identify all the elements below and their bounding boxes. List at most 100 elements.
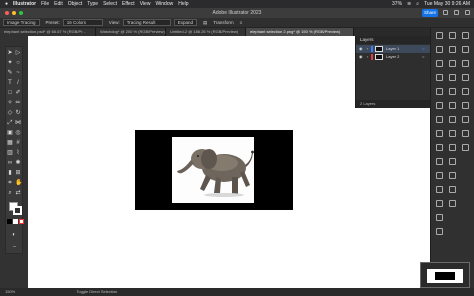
document-info-icon[interactable] [461, 74, 469, 81]
column-graph-tool-icon[interactable]: ▮ [7, 170, 13, 176]
menu-select[interactable]: Select [103, 0, 117, 8]
image-trace-icon[interactable] [435, 214, 443, 221]
info-icon[interactable] [448, 172, 456, 179]
links-icon[interactable] [448, 144, 456, 151]
tab-document-1[interactable]: elephant selection.psd* @ 66.67 % (RGB/P… [0, 28, 96, 36]
visibility-eye-icon[interactable]: ◉ [359, 45, 363, 53]
color-icon[interactable] [435, 186, 443, 193]
pencil-tool-icon[interactable]: ✏ [15, 100, 21, 106]
pen-tool-icon[interactable]: ✎ [7, 70, 13, 76]
transparency-icon[interactable] [435, 144, 443, 151]
gradient-tool-icon[interactable]: ▥ [7, 150, 13, 156]
learn-icon[interactable] [461, 46, 469, 53]
line-tool-icon[interactable]: / [15, 80, 21, 86]
expand-layer-icon[interactable]: › [367, 53, 368, 61]
mesh-tool-icon[interactable]: # [15, 140, 21, 146]
menu-app[interactable]: Illustrator [13, 0, 36, 8]
transform-button[interactable]: Transform [213, 20, 233, 25]
type-tool-icon[interactable]: T [7, 80, 13, 86]
align-panel-icon[interactable] [448, 32, 456, 39]
zoom-tool-icon[interactable]: ⌕ [7, 190, 13, 196]
menu-file[interactable]: File [41, 0, 49, 8]
preset-dropdown[interactable]: 16 Colors [62, 19, 103, 26]
more-options-icon[interactable]: ≡ [240, 20, 243, 25]
layers-panel-title[interactable]: Layers [356, 36, 430, 44]
tab-document-3[interactable]: Untitled-2 @ 186.26 % (RGB/Preview) [166, 28, 246, 36]
graphic-styles-icon[interactable] [435, 116, 443, 123]
expand-layer-icon[interactable]: › [367, 45, 368, 53]
eyedropper-tool-icon[interactable]: ⌇ [15, 150, 21, 156]
selection-tool-icon[interactable]: ➤ [7, 50, 13, 56]
libraries-icon[interactable] [435, 60, 443, 67]
target-icon[interactable]: ○ [422, 45, 424, 53]
symbols-icon[interactable] [435, 102, 443, 109]
symbol-sprayer-tool-icon[interactable]: ✺ [15, 160, 21, 166]
flattener-preview-icon[interactable] [461, 88, 469, 95]
paragraph-icon[interactable] [448, 74, 456, 81]
wifi-icon[interactable]: ≋ [407, 0, 411, 8]
transform-panel-icon[interactable] [448, 46, 456, 53]
workspace-icon[interactable] [465, 10, 470, 15]
menu-object[interactable]: Object [68, 0, 82, 8]
slice-tool-icon[interactable]: ⌗ [7, 180, 13, 186]
swatches-icon[interactable] [435, 74, 443, 81]
rotate-tool-icon[interactable]: ↻ [15, 110, 21, 116]
share-button[interactable]: Share [422, 9, 438, 17]
free-transform-tool-icon[interactable]: ▣ [7, 130, 13, 136]
menu-window[interactable]: Window [155, 0, 173, 8]
scale-tool-icon[interactable]: ⤢ [7, 120, 13, 126]
target-icon[interactable]: ○ [422, 53, 424, 61]
tab-document-2[interactable]: Watchdog* @ 200 % (RGB/Preview) [96, 28, 166, 36]
align-icon[interactable]: ▤ [203, 20, 207, 26]
layers-icon[interactable] [435, 46, 443, 53]
rectangle-tool-icon[interactable]: □ [7, 90, 13, 96]
stroke-swatch[interactable] [13, 206, 22, 215]
perspective-grid-tool-icon[interactable]: ▦ [7, 140, 13, 146]
layer-row-2[interactable]: ◉ › Layer 2 ○ [356, 53, 431, 61]
view-dropdown[interactable]: Tracing Result [122, 19, 171, 26]
stroke-icon[interactable] [435, 158, 443, 165]
artboard-tool-icon[interactable]: ⊞ [15, 170, 21, 176]
elephant-image[interactable] [172, 137, 254, 203]
shape-builder-tool-icon[interactable]: ◎ [15, 130, 21, 136]
menu-view[interactable]: View [140, 0, 151, 8]
menu-type[interactable]: Type [87, 0, 98, 8]
opentype-icon[interactable] [448, 88, 456, 95]
navigator-icon[interactable] [448, 186, 456, 193]
visibility-eye-icon[interactable]: ◉ [359, 53, 363, 61]
graphic-styles-libraries-icon[interactable] [461, 102, 469, 109]
color-guide-icon[interactable] [435, 200, 443, 207]
color-mode-icon[interactable] [7, 219, 12, 224]
brushes-icon[interactable] [435, 88, 443, 95]
layer-name[interactable]: Layer 2 [386, 53, 399, 61]
appearance-icon[interactable] [435, 130, 443, 137]
tab-document-4[interactable]: elephant selection 2.png* @ 150 % (RGB/P… [246, 28, 354, 36]
pathfinder-icon[interactable] [435, 228, 443, 235]
curvature-tool-icon[interactable]: ~ [15, 70, 21, 76]
magic-wand-panel-icon[interactable] [461, 116, 469, 123]
none-mode-icon[interactable] [19, 219, 24, 224]
magic-wand-tool-icon[interactable]: ✦ [7, 60, 13, 66]
character-icon[interactable] [448, 60, 456, 67]
comments-icon[interactable] [461, 32, 469, 39]
search-icon[interactable]: ⌕ [416, 0, 419, 8]
lasso-tool-icon[interactable]: ○ [15, 60, 21, 66]
apple-icon[interactable]: ● [5, 0, 8, 8]
svg-interactivity-icon[interactable] [461, 144, 469, 151]
menu-edit[interactable]: Edit [54, 0, 63, 8]
actions-icon[interactable] [448, 158, 456, 165]
swap-colors-icon[interactable]: ⇄ [15, 190, 21, 196]
width-tool-icon[interactable]: ⋈ [15, 120, 21, 126]
paintbrush-tool-icon[interactable]: ✐ [15, 90, 21, 96]
blend-tool-icon[interactable]: ∞ [7, 160, 13, 166]
navigator-thumbnail[interactable] [427, 269, 463, 283]
artboards-icon[interactable] [448, 116, 456, 123]
shaper-tool-icon[interactable]: ✧ [7, 100, 13, 106]
draw-mode-icon[interactable]: ◐ [11, 232, 17, 238]
eraser-tool-icon[interactable]: ◇ [7, 110, 13, 116]
clock[interactable]: Tue May 30 9:26 AM [424, 0, 470, 8]
menu-effect[interactable]: Effect [122, 0, 135, 8]
layer-row-1[interactable]: ◉ › Layer 1 ○ [356, 45, 431, 53]
arrange-icon[interactable] [454, 10, 459, 15]
attributes-icon[interactable] [461, 60, 469, 67]
